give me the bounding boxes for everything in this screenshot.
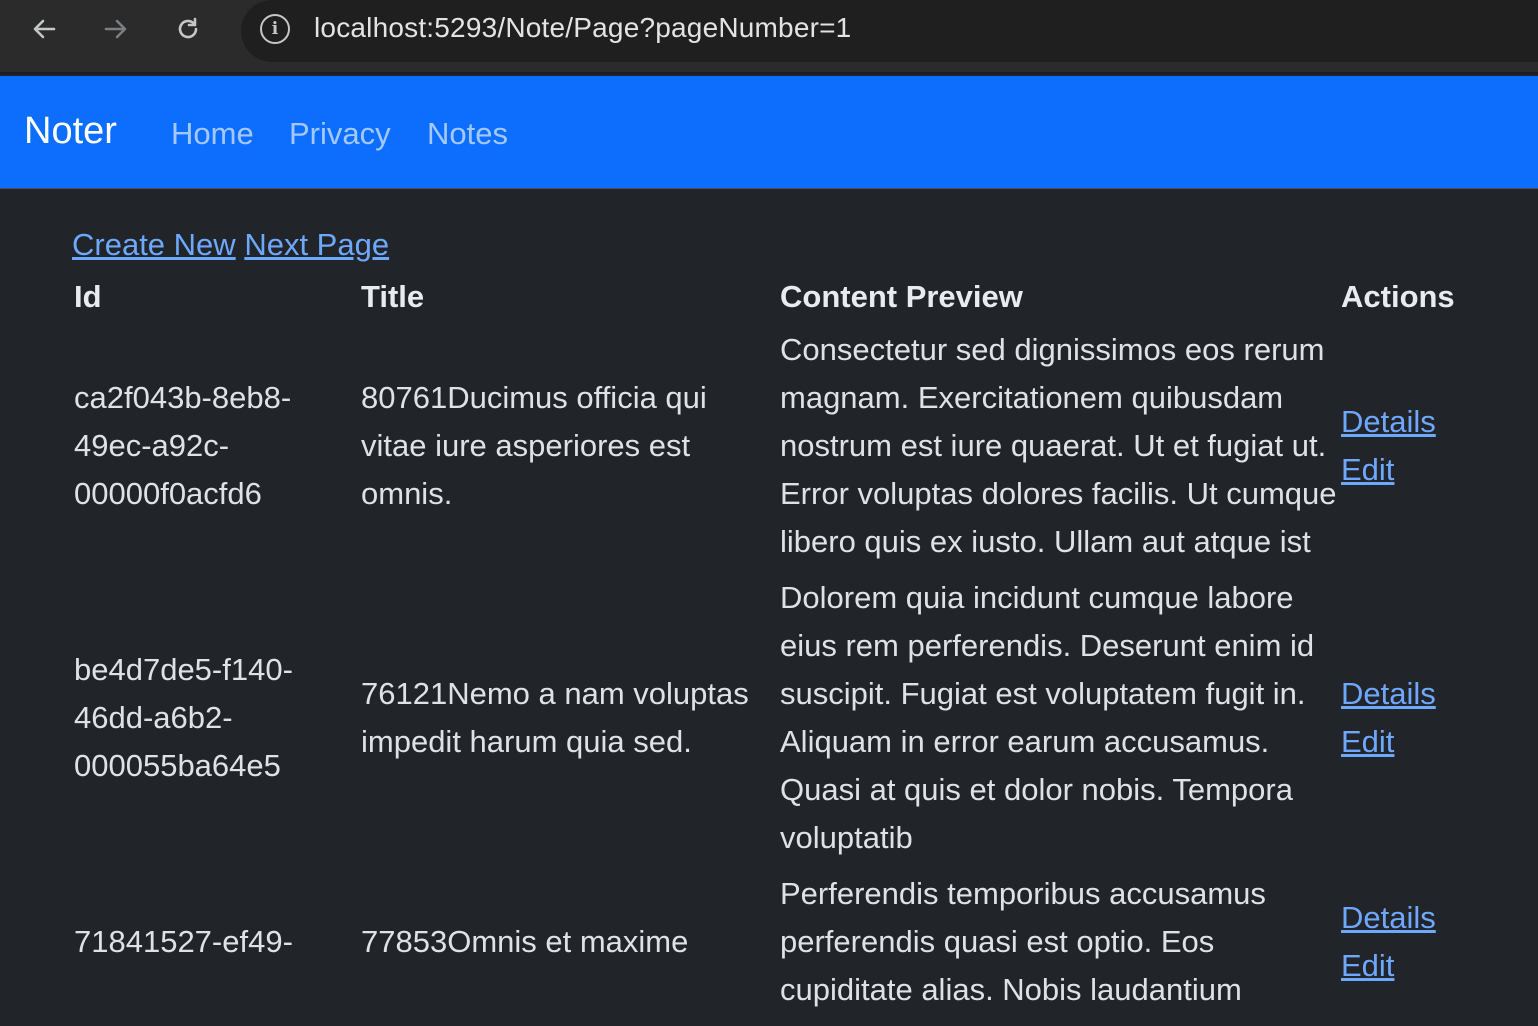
row-actions: Details Edit xyxy=(1339,322,1479,570)
main-content: Create New Next Page Id Title Content Pr… xyxy=(72,189,1538,1026)
nav-link-notes[interactable]: Notes xyxy=(427,116,508,152)
create-new-link[interactable]: Create New xyxy=(72,227,236,262)
details-link[interactable]: Details xyxy=(1341,670,1477,718)
url-text[interactable]: localhost:5293/Note/Page?pageNumber=1 xyxy=(314,12,851,44)
forward-arrow-icon[interactable] xyxy=(96,9,136,49)
edit-link[interactable]: Edit xyxy=(1341,718,1477,766)
edit-link[interactable]: Edit xyxy=(1341,942,1477,990)
header-actions: Actions xyxy=(1341,279,1455,314)
note-content-preview: Consectetur sed dignissimos eos rerum ma… xyxy=(780,332,1337,559)
row-actions: Details Edit xyxy=(1339,866,1479,1018)
address-bar[interactable]: i localhost:5293/Note/Page?pageNumber=1 xyxy=(241,0,1538,62)
header-title: Title xyxy=(361,279,425,314)
note-title: 76121Nemo a nam voluptas impedit harum q… xyxy=(361,676,749,759)
note-id: 71841527-ef49- xyxy=(74,924,293,959)
browser-toolbar: i localhost:5293/Note/Page?pageNumber=1 xyxy=(0,0,1538,74)
notes-table: Id Title Content Preview Actions ca2f043… xyxy=(72,275,1479,1018)
table-row: ca2f043b-8eb8-49ec-a92c-00000f0acfd6 807… xyxy=(72,322,1479,570)
brand-link[interactable]: Noter xyxy=(24,110,117,153)
note-id: be4d7de5-f140-46dd-a6b2-000055ba64e5 xyxy=(74,652,293,783)
note-title: 77853Omnis et maxime xyxy=(361,924,689,959)
note-title: 80761Ducimus officia qui vitae iure aspe… xyxy=(361,380,707,511)
site-info-icon[interactable]: i xyxy=(260,14,290,44)
reload-icon[interactable] xyxy=(168,9,208,49)
details-link[interactable]: Details xyxy=(1341,894,1477,942)
page-actions: Create New Next Page xyxy=(72,227,389,263)
edit-link[interactable]: Edit xyxy=(1341,446,1477,494)
header-id: Id xyxy=(74,279,102,314)
table-row: 71841527-ef49- 77853Omnis et maxime Perf… xyxy=(72,866,1479,1018)
note-content-preview: Perferendis temporibus accusamus perfere… xyxy=(780,876,1266,1007)
details-link[interactable]: Details xyxy=(1341,398,1477,446)
nav-link-privacy[interactable]: Privacy xyxy=(289,116,391,152)
header-content-preview: Content Preview xyxy=(780,279,1023,314)
table-header-row: Id Title Content Preview Actions xyxy=(72,275,1479,322)
row-actions: Details Edit xyxy=(1339,570,1479,866)
table-row: be4d7de5-f140-46dd-a6b2-000055ba64e5 761… xyxy=(72,570,1479,866)
note-content-preview: Dolorem quia incidunt cumque labore eius… xyxy=(780,580,1315,855)
app-navbar: Noter Home Privacy Notes xyxy=(0,76,1538,189)
nav-link-home[interactable]: Home xyxy=(171,116,254,152)
note-id: ca2f043b-8eb8-49ec-a92c-00000f0acfd6 xyxy=(74,380,292,511)
next-page-link[interactable]: Next Page xyxy=(244,227,389,262)
back-arrow-icon[interactable] xyxy=(24,9,64,49)
